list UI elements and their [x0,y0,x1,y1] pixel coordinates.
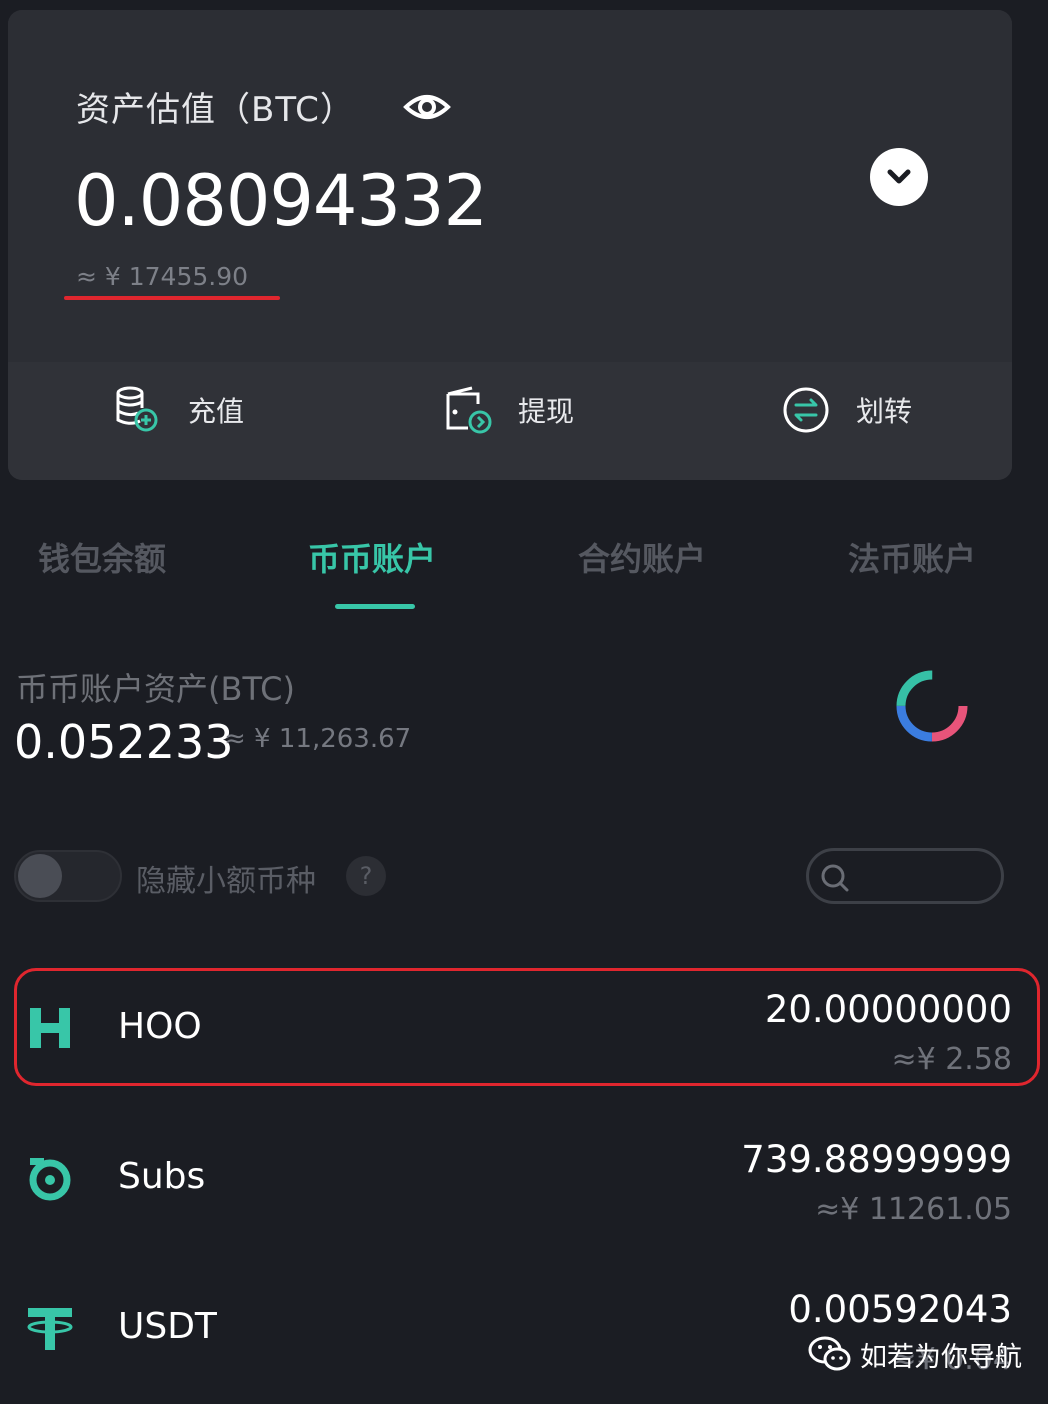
search-input[interactable] [806,848,1004,904]
transfer-label: 划转 [856,395,913,428]
withdraw-icon [446,386,492,434]
hide-small-toggle[interactable] [14,850,122,902]
tab-spot-account[interactable]: 币币账户 [308,534,436,580]
annotation-highlight-box [14,968,1040,1086]
asset-name: Subs [118,1156,206,1197]
withdraw-button[interactable]: 提现 [442,380,574,440]
asset-row-usdt[interactable]: USDT 0.00592043 ≈¥ 0.04 [0,1252,1048,1402]
asset-quantity: 0.00592043 [788,1288,1012,1331]
tab-fiat-account[interactable]: 法币账户 [848,534,976,580]
spot-account-amount: 0.052233 [14,715,234,769]
account-tabs: 钱包余额 币币账户 合约账户 法币账户 [0,520,1048,620]
asset-quantity: 739.88999999 [741,1138,1012,1181]
total-amount: 0.08094332 [74,160,488,242]
allocation-donut-icon[interactable] [890,664,974,748]
asset-value: ≈¥ 11261.05 [815,1192,1012,1227]
spot-account-label: 币币账户资产(BTC) [16,670,295,708]
search-icon [821,864,849,892]
tab-wallet-balance[interactable]: 钱包余额 [38,534,166,580]
asset-row-subs[interactable]: Subs 739.88999999 ≈¥ 11261.05 [0,1102,1048,1252]
transfer-button[interactable]: 划转 [780,380,912,440]
total-fiat: ≈ ¥ 17455.90 [76,262,249,291]
hide-small-label: 隐藏小额币种 [136,864,316,899]
eye-icon[interactable] [402,87,451,127]
chevron-down-icon [887,169,911,184]
deposit-button[interactable]: 充值 [112,380,244,440]
watermark: 如若为你导航 [808,1334,1022,1374]
summary-title: 资产估值（BTC） [76,90,355,130]
summary-title-row: 资产估值（BTC） [76,82,451,131]
annotation-underline [64,296,280,300]
wechat-icon [808,1336,851,1371]
transfer-icon [783,387,829,433]
withdraw-label: 提现 [518,395,575,428]
expand-button[interactable] [870,148,928,206]
subs-logo-icon [29,1158,71,1201]
deposit-icon [116,386,158,432]
watermark-text: 如若为你导航 [860,1341,1022,1373]
active-tab-indicator [335,604,415,609]
help-icon[interactable]: ? [346,856,386,896]
toggle-knob [18,854,62,898]
tether-logo-icon [27,1308,73,1350]
tab-contract-account[interactable]: 合约账户 [578,534,706,580]
spot-account-fiat: ≈ ¥ 11,263.67 [224,724,412,754]
asset-name: USDT [118,1306,217,1347]
deposit-label: 充值 [188,395,245,428]
